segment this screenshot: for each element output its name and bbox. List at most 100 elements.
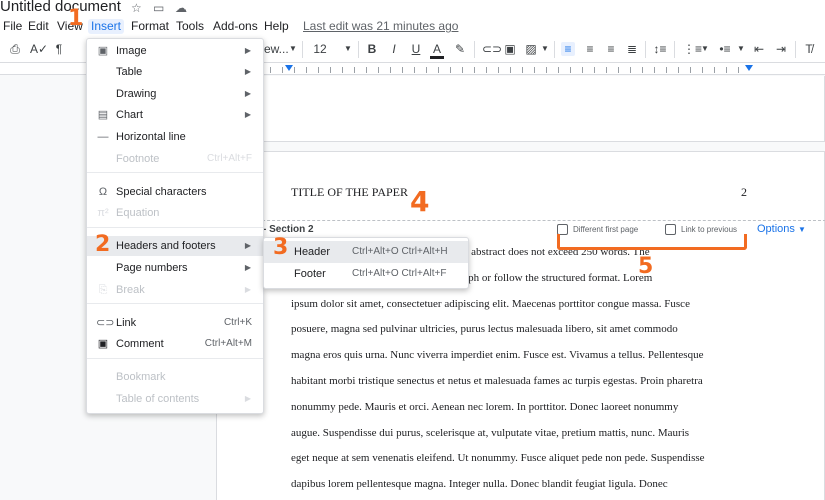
- menu-item-equation[interactable]: π² Equation: [87, 203, 263, 223]
- menu-item-label: Horizontal line: [116, 131, 186, 143]
- menu-item-footnote[interactable]: Footnote Ctrl+Alt+F: [87, 149, 263, 169]
- annotation-bracket: [557, 234, 747, 250]
- underline-button[interactable]: U: [410, 42, 422, 56]
- insert-image-icon[interactable]: ▨: [524, 42, 538, 56]
- submenu-arrow-icon: ▶: [244, 241, 251, 250]
- menu-file[interactable]: File: [0, 19, 25, 34]
- decrease-indent-icon[interactable]: ⇤: [752, 42, 766, 56]
- body-line: posuere, magna sed pulvinar ultricies, p…: [291, 323, 678, 336]
- font-name-select[interactable]: ew...: [264, 42, 289, 56]
- menu-item-comment[interactable]: ▣ Comment Ctrl+Alt+M: [87, 334, 263, 354]
- align-left-icon[interactable]: ≡: [561, 42, 575, 56]
- menu-insert[interactable]: Insert: [88, 19, 125, 34]
- paint-format-icon[interactable]: ¶: [52, 42, 66, 56]
- menu-item-label: Image: [116, 45, 147, 57]
- bold-button[interactable]: B: [366, 42, 378, 56]
- clear-formatting-icon[interactable]: T̸: [802, 42, 816, 56]
- justify-icon[interactable]: ≣: [625, 42, 639, 56]
- chevron-down-icon[interactable]: ▼: [289, 42, 297, 56]
- menu-item-label: Bookmark: [116, 371, 166, 383]
- chevron-down-icon[interactable]: ▼: [344, 42, 352, 56]
- header-title-text[interactable]: TITLE OF THE PAPER: [291, 185, 408, 200]
- left-indent-marker[interactable]: [285, 65, 293, 71]
- page-number: 2: [741, 185, 747, 199]
- submenu-arrow-icon: ▶: [244, 285, 251, 294]
- menu-item-table[interactable]: Table ▶: [87, 62, 263, 82]
- menu-help[interactable]: Help: [261, 19, 292, 34]
- toolbar-divider: [674, 41, 675, 58]
- break-icon: ⎘: [98, 284, 108, 296]
- increase-indent-icon[interactable]: ⇥: [774, 42, 788, 56]
- chevron-down-icon: ▼: [797, 225, 806, 234]
- menu-item-headers-and-footers[interactable]: Headers and footers ▶: [87, 236, 263, 256]
- body-line: augue. Suspendisse dui purus, scelerisqu…: [291, 426, 690, 439]
- menu-item-link[interactable]: ⊂⊃ Link Ctrl+K: [87, 313, 263, 333]
- toolbar-divider: [795, 41, 796, 58]
- submenu-arrow-icon: ▶: [244, 394, 251, 403]
- menu-edit[interactable]: Edit: [25, 19, 52, 34]
- line-spacing-icon[interactable]: ↕≡: [653, 42, 667, 56]
- chevron-down-icon[interactable]: ▼: [541, 42, 549, 56]
- right-indent-marker[interactable]: [745, 65, 753, 71]
- text-color-button[interactable]: A: [430, 42, 444, 59]
- menu-item-drawing[interactable]: Drawing ▶: [87, 84, 263, 104]
- italic-button[interactable]: I: [388, 42, 400, 56]
- menu-format[interactable]: Format: [128, 19, 172, 34]
- chart-icon: ▤: [97, 109, 109, 121]
- submenu-arrow-icon: ▶: [244, 110, 251, 119]
- numbered-list-icon[interactable]: ⋮≡: [683, 42, 702, 56]
- menu-item-label: Link: [116, 317, 137, 329]
- menu-item-special-characters[interactable]: Ω Special characters: [87, 182, 263, 202]
- bulleted-list-icon[interactable]: •≡: [718, 42, 732, 56]
- spellcheck-icon[interactable]: A✓: [30, 42, 48, 56]
- menu-item-label: Equation: [116, 207, 160, 219]
- menu-addons[interactable]: Add-ons: [210, 19, 261, 34]
- font-size-field[interactable]: 12: [313, 42, 327, 56]
- menu-divider: [87, 227, 263, 228]
- menu-divider: [87, 172, 263, 173]
- menu-item-shortcut: Ctrl+Alt+M: [204, 338, 252, 349]
- menu-item-page-numbers[interactable]: Page numbers ▶: [87, 258, 263, 278]
- cloud-icon[interactable]: ☁: [175, 1, 187, 15]
- menu-item-label: Table of contents: [116, 393, 200, 405]
- menu-item-shortcut: Ctrl+K: [223, 317, 252, 328]
- chevron-down-icon[interactable]: ▼: [701, 42, 709, 56]
- comment-icon: ▣: [97, 338, 109, 350]
- toolbar-divider: [474, 41, 475, 58]
- options-button[interactable]: Options ▼: [757, 223, 806, 235]
- menu-bar: File Edit View Insert Format Tools Add-o…: [0, 17, 825, 36]
- options-label: Options: [757, 223, 795, 235]
- omega-icon: Ω: [98, 186, 108, 198]
- link-icon[interactable]: ⊂⊃: [482, 42, 502, 56]
- document-title[interactable]: Untitled document: [0, 0, 121, 15]
- add-comment-icon[interactable]: ▣: [503, 42, 517, 56]
- page-2[interactable]: TITLE OF THE PAPER 2 - Section 2 Differe…: [216, 151, 825, 500]
- folder-icon[interactable]: ▭: [153, 1, 164, 15]
- last-edit-link[interactable]: Last edit was 21 minutes ago: [303, 19, 458, 34]
- body-line: eget neque at sem venenatis eleifend. Ut…: [291, 452, 705, 465]
- menu-divider: [87, 303, 263, 304]
- menu-item-image[interactable]: ▣ Image ▶: [87, 41, 263, 61]
- menu-item-break[interactable]: ⎘ Break ▶: [87, 280, 263, 300]
- image-icon: ▣: [97, 45, 109, 57]
- toolbar-divider: [554, 41, 555, 58]
- star-icon[interactable]: ☆: [131, 1, 142, 15]
- page-1[interactable]: [216, 76, 825, 142]
- submenu-item-header[interactable]: Header Ctrl+Alt+O Ctrl+Alt+H: [264, 241, 468, 263]
- menu-item-bookmark[interactable]: Bookmark: [87, 367, 263, 387]
- annotation-3: 3: [273, 235, 289, 260]
- highlight-icon[interactable]: ✎: [453, 42, 467, 56]
- submenu-item-footer[interactable]: Footer Ctrl+Alt+O Ctrl+Alt+F: [264, 263, 468, 285]
- chevron-down-icon[interactable]: ▼: [737, 42, 745, 56]
- align-center-icon[interactable]: ≡: [583, 42, 597, 56]
- submenu-arrow-icon: ▶: [244, 67, 251, 76]
- pi-icon: π²: [97, 207, 109, 219]
- menu-item-chart[interactable]: ▤ Chart ▶: [87, 105, 263, 125]
- align-right-icon[interactable]: ≡: [604, 42, 618, 56]
- annotation-2: 2: [95, 232, 111, 257]
- menu-item-horizontal-line[interactable]: — Horizontal line: [87, 127, 263, 147]
- print-icon[interactable]: ⎙: [8, 42, 22, 56]
- submenu-item-label: Footer: [294, 268, 326, 280]
- menu-item-table-of-contents[interactable]: Table of contents ▶: [87, 389, 263, 409]
- menu-tools[interactable]: Tools: [173, 19, 207, 34]
